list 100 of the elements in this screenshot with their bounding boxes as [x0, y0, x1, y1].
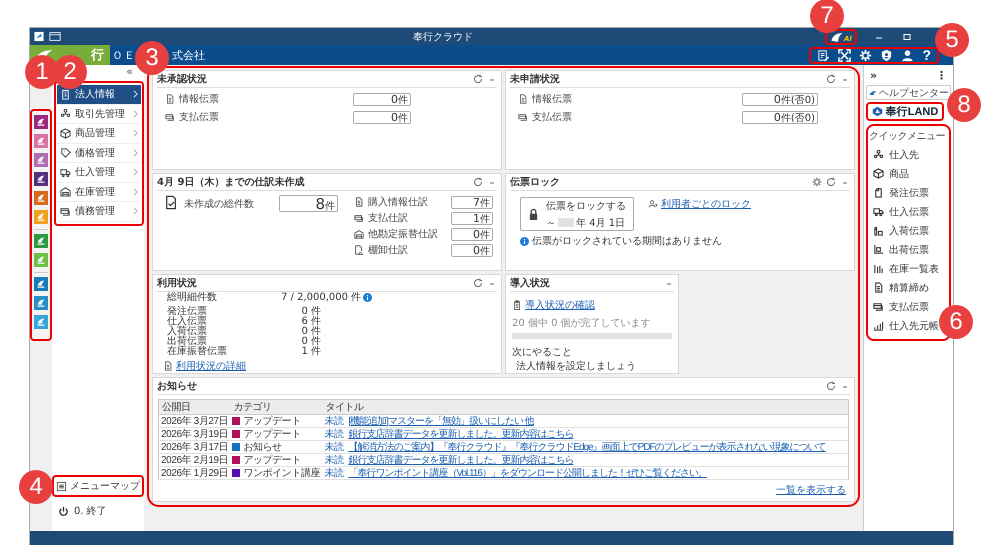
window-icon[interactable]	[49, 31, 61, 42]
memo-edit-icon[interactable]	[817, 48, 830, 62]
document-icon	[163, 361, 173, 371]
settings-icon[interactable]	[812, 177, 822, 187]
quick-menu-item[interactable]: 出荷伝票	[869, 240, 929, 259]
table-cell: 2026年 3月19日	[158, 428, 230, 440]
app-icon	[33, 31, 45, 42]
nav-item[interactable]: 在庫管理	[57, 182, 141, 202]
chevron-icon	[133, 129, 138, 138]
quick-menu-item[interactable]: 在庫一覧表	[869, 259, 939, 278]
bird-icon	[36, 174, 46, 184]
usage-label: 出荷伝票	[167, 337, 207, 347]
count-field: 1件	[451, 212, 493, 224]
bird-icon	[36, 136, 46, 146]
column-header: 公開日	[158, 400, 230, 414]
expand-button[interactable]: »	[870, 68, 878, 82]
usage-value: 7 / 2,000,000 件	[281, 292, 362, 302]
quick-menu-item[interactable]: 精算締め	[869, 278, 929, 297]
info-icon	[520, 236, 529, 246]
cube-icon	[873, 168, 884, 179]
usage-label: 仕入伝票	[167, 317, 208, 327]
warehouse-icon	[354, 229, 364, 239]
help-center-button[interactable]: ヘルプセンター	[866, 85, 951, 100]
app-icon[interactable]	[34, 172, 48, 186]
user-icon[interactable]	[901, 48, 914, 62]
land-button[interactable]: 奉行LAND	[866, 102, 944, 121]
bird-icon	[36, 193, 46, 203]
app-icon[interactable]	[34, 277, 48, 291]
exit-button[interactable]: 0. 終了	[52, 503, 111, 519]
nav-item[interactable]: 取引先管理	[57, 104, 141, 124]
view-all-link[interactable]: 一覧を表示する	[776, 485, 846, 496]
nav-item[interactable]: 債務管理	[57, 202, 141, 222]
quick-menu-item[interactable]: 仕入伝票	[869, 202, 929, 221]
row-label: 未作成の総件数	[184, 198, 255, 211]
company-name: ＯＥ	[112, 48, 136, 62]
panel-title: 未申請状況	[510, 72, 561, 86]
panel-title: 未承認状況	[157, 72, 208, 86]
callout-badge: 6	[939, 305, 973, 339]
count-field: 0件	[451, 228, 493, 240]
table-cell: 2026年 3月27日	[158, 414, 230, 428]
nav-item[interactable]: 法人情報	[57, 85, 141, 104]
row-label: 支払伝票	[179, 110, 220, 124]
quick-menu-item[interactable]: 支払伝票	[869, 297, 929, 316]
bird-icon	[36, 212, 46, 222]
nav-item[interactable]: 仕入管理	[57, 163, 141, 182]
user-lock-link[interactable]: 利用者ごとのロック	[661, 197, 751, 211]
window-title: 奉行クラウド	[412, 30, 474, 44]
count-field: 8件	[278, 195, 338, 212]
more-menu-button[interactable]: ⋮	[936, 68, 947, 82]
quick-menu-item[interactable]: 商品	[869, 164, 909, 183]
menu-map-button[interactable]: メニューマップ	[52, 475, 144, 497]
nav-item[interactable]: 商品管理	[57, 124, 141, 144]
chevron-icon	[133, 188, 138, 196]
fullscreen-icon[interactable]	[838, 48, 852, 62]
bird-icon	[36, 155, 46, 165]
notice-link[interactable]: 銀行支店辞書データを更新しました。更新内容はこちら	[348, 428, 574, 440]
chevron-icon	[133, 168, 138, 176]
bird-icon	[830, 32, 844, 42]
help-button[interactable]: ?	[922, 48, 931, 62]
refresh-icon[interactable]	[473, 177, 483, 187]
quick-menu-item[interactable]: 発注伝票	[869, 183, 929, 202]
app-icon[interactable]	[34, 115, 48, 129]
refresh-icon[interactable]	[473, 278, 483, 288]
tag-icon	[60, 147, 71, 158]
refresh-icon[interactable]	[826, 381, 836, 391]
onboarding-check-link[interactable]: 導入状況の確認	[525, 298, 595, 312]
logo-icon	[872, 106, 883, 117]
table-cell: お知らせ	[243, 442, 282, 452]
table-cell: アップデート	[243, 454, 301, 466]
maximize-icon[interactable]	[902, 32, 912, 42]
notice-link[interactable]: 「奉行ワンポイント講座（Vol.116）」をダウンロード公開しました！ぜひご覧ください。	[348, 468, 707, 478]
notice-link[interactable]: [機能追加]マスターを「無効」扱いにしたい 他	[348, 416, 534, 426]
section-title: クイックメニュー	[869, 130, 945, 143]
usage-label: 入荷伝票	[167, 327, 208, 337]
callout-badge: 7	[810, 0, 844, 33]
shield-user-icon[interactable]	[880, 48, 894, 62]
bird-icon	[36, 298, 46, 308]
usage-label: 在庫振替伝票	[167, 347, 228, 357]
callout-badge: 5	[935, 23, 969, 57]
refresh-icon[interactable]	[473, 74, 483, 84]
row-label: 支払伝票	[532, 110, 573, 124]
notice-link[interactable]: 銀行支店辞書データを更新しました。更新内容はこちら	[348, 454, 574, 466]
nav-item[interactable]: 価格管理	[57, 144, 141, 163]
notice-link[interactable]: 【解消方法のご案内】『奉行クラウド』『奉行クラウドEdge』画面上でPDFのプレビューが表示されない現象について	[348, 442, 826, 452]
people-icon	[60, 108, 71, 120]
quick-menu-item[interactable]: 入荷伝票	[869, 221, 929, 240]
quick-menu-item[interactable]: 仕入先	[869, 145, 919, 164]
table-cell: 2026年 3月17日	[158, 440, 230, 454]
collapse-button[interactable]: «	[126, 66, 133, 78]
refresh-icon[interactable]	[826, 74, 836, 84]
lock-button[interactable]: 伝票をロックする ～ 年 4月 1日	[520, 197, 634, 231]
document-icon	[354, 197, 364, 207]
row-label: 購入情報仕訳	[368, 196, 428, 209]
count-field: 0件(否0)	[742, 92, 818, 106]
count-field: 7件	[451, 196, 493, 208]
usage-value: 0 件	[300, 327, 321, 337]
lock-icon	[528, 208, 539, 220]
refresh-icon[interactable]	[826, 177, 836, 187]
usage-detail-link[interactable]: 利用状況の詳細	[176, 359, 246, 373]
quick-menu-item[interactable]: 仕入先元帳	[869, 316, 939, 335]
